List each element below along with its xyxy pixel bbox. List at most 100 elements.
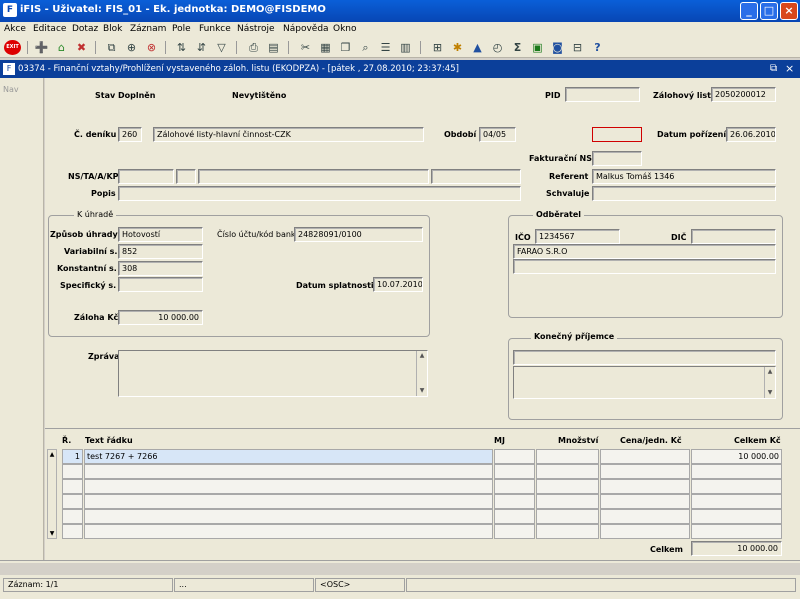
filter-icon[interactable]: ▽ bbox=[214, 40, 229, 55]
table-cell-empty[interactable] bbox=[600, 494, 690, 509]
a-field[interactable] bbox=[198, 169, 429, 184]
delete-record-icon[interactable]: ✖ bbox=[74, 40, 89, 55]
insert-record-icon[interactable]: ➕ bbox=[34, 40, 49, 55]
dic-field[interactable] bbox=[691, 229, 776, 244]
menu-pole[interactable]: Pole bbox=[172, 24, 191, 34]
close-form-icon[interactable]: × bbox=[785, 62, 794, 75]
star-icon[interactable]: ✱ bbox=[450, 40, 465, 55]
table-cell-empty[interactable] bbox=[691, 524, 782, 539]
scroll-up-icon[interactable]: ▲ bbox=[48, 450, 56, 459]
ta-field[interactable] bbox=[176, 169, 196, 184]
sort-desc-icon[interactable]: ⇵ bbox=[194, 40, 209, 55]
scroll-down-icon[interactable]: ▼ bbox=[417, 386, 427, 396]
table-cell-empty[interactable] bbox=[494, 479, 535, 494]
calendar-icon[interactable]: ◴ bbox=[490, 40, 505, 55]
save-icon[interactable]: ⌂ bbox=[54, 40, 69, 55]
navigator-label[interactable]: Nav bbox=[3, 85, 19, 94]
sum-icon[interactable]: Σ bbox=[510, 40, 525, 55]
table-cell-empty[interactable] bbox=[691, 464, 782, 479]
table-cell-empty[interactable] bbox=[84, 464, 493, 479]
menu-napoveda[interactable]: Nápověda bbox=[283, 24, 329, 34]
celkem-field[interactable]: 10 000.00 bbox=[691, 541, 782, 556]
scroll-down-icon[interactable]: ▼ bbox=[765, 388, 775, 398]
query-icon[interactable]: ⊕ bbox=[124, 40, 139, 55]
table-cell-empty[interactable] bbox=[84, 494, 493, 509]
c-deniku-field[interactable]: 260 bbox=[118, 127, 142, 142]
table-cell-r[interactable]: 1 bbox=[62, 449, 83, 464]
konstantni-field[interactable]: 308 bbox=[118, 261, 203, 276]
structure-icon[interactable]: ⊞ bbox=[430, 40, 445, 55]
odberatel-address-field[interactable] bbox=[513, 259, 776, 274]
table-cell-empty[interactable] bbox=[494, 494, 535, 509]
table-cell-empty[interactable] bbox=[84, 509, 493, 524]
cancel-query-icon[interactable]: ⊗ bbox=[144, 40, 159, 55]
table-cell-mnozstvi[interactable] bbox=[536, 449, 599, 464]
datum-porizeni-field[interactable]: 26.06.2010 bbox=[726, 127, 776, 142]
table-cell-empty[interactable] bbox=[536, 509, 599, 524]
copy-record-icon[interactable]: ⧉ bbox=[104, 40, 119, 55]
table-cell-empty[interactable] bbox=[84, 479, 493, 494]
table-cell-empty[interactable] bbox=[84, 524, 493, 539]
table-cell-empty[interactable] bbox=[62, 524, 83, 539]
scroll-up-icon[interactable]: ▲ bbox=[765, 367, 775, 377]
menu-blok[interactable]: Blok bbox=[103, 24, 122, 34]
maximize-button[interactable]: □ bbox=[760, 2, 778, 20]
table-cell-empty[interactable] bbox=[600, 464, 690, 479]
popis-field[interactable] bbox=[118, 186, 521, 201]
table-cell-empty[interactable] bbox=[536, 464, 599, 479]
referent-field[interactable]: Malkus Tomáš 1346 bbox=[592, 169, 776, 184]
export-icon[interactable]: ◙ bbox=[550, 40, 565, 55]
cut-icon[interactable]: ✂ bbox=[298, 40, 313, 55]
zprava-scrollbar[interactable]: ▲ ▼ bbox=[416, 351, 427, 396]
scroll-up-icon[interactable]: ▲ bbox=[417, 351, 427, 361]
table-cell-empty[interactable] bbox=[691, 479, 782, 494]
zpusob-uhrady-field[interactable]: Hotovostí bbox=[118, 227, 203, 242]
table-cell-empty[interactable] bbox=[600, 479, 690, 494]
pid-field[interactable] bbox=[565, 87, 640, 102]
table-cell-empty[interactable] bbox=[691, 494, 782, 509]
menu-okno[interactable]: Okno bbox=[333, 24, 357, 34]
menu-funkce[interactable]: Funkce bbox=[199, 24, 231, 34]
table-cell-empty[interactable] bbox=[494, 524, 535, 539]
ucet-field[interactable]: 24828091/0100 bbox=[294, 227, 423, 242]
zalohovy-list-field[interactable]: 2050200012 bbox=[711, 87, 776, 102]
calculator-icon[interactable]: ⊟ bbox=[570, 40, 585, 55]
kp-field[interactable] bbox=[431, 169, 521, 184]
menu-dotaz[interactable]: Dotaz bbox=[72, 24, 98, 34]
menu-akce[interactable]: Akce bbox=[4, 24, 26, 34]
table-cell-empty[interactable] bbox=[62, 479, 83, 494]
sort-asc-icon[interactable]: ⇅ bbox=[174, 40, 189, 55]
table-cell-empty[interactable] bbox=[494, 509, 535, 524]
table-cell-empty[interactable] bbox=[536, 524, 599, 539]
columns-icon[interactable]: ▥ bbox=[398, 40, 413, 55]
table-cell-empty[interactable] bbox=[62, 494, 83, 509]
menu-nastroje[interactable]: Nástroje bbox=[237, 24, 275, 34]
copy-icon[interactable]: ❐ bbox=[338, 40, 353, 55]
prijemce-scrollbar[interactable]: ▲ ▼ bbox=[764, 367, 775, 398]
print-icon[interactable]: ⎙ bbox=[246, 40, 261, 55]
datum-splatnosti-field[interactable]: 10.07.2010 bbox=[373, 277, 423, 292]
table-cell-empty[interactable] bbox=[536, 479, 599, 494]
required-field[interactable] bbox=[592, 127, 642, 142]
denik-name-field[interactable]: Zálohové listy-hlavní činnost-CZK bbox=[153, 127, 424, 142]
help-icon[interactable]: ? bbox=[590, 40, 605, 55]
table-cell-text[interactable]: test 7267 + 7266 bbox=[84, 449, 493, 464]
triangle-icon[interactable]: ▲ bbox=[470, 40, 485, 55]
table-cell-empty[interactable] bbox=[62, 509, 83, 524]
table-cell-empty[interactable] bbox=[536, 494, 599, 509]
specificky-field[interactable] bbox=[118, 277, 203, 292]
schvaluje-field[interactable] bbox=[592, 186, 776, 201]
list-icon[interactable]: ☰ bbox=[378, 40, 393, 55]
table-cell-celkem[interactable]: 10 000.00 bbox=[691, 449, 782, 464]
menu-editace[interactable]: Editace bbox=[33, 24, 66, 34]
exit-button[interactable]: EXIT bbox=[4, 40, 21, 55]
minimize-button[interactable]: _ bbox=[740, 2, 758, 20]
table-cell-empty[interactable] bbox=[600, 524, 690, 539]
variabilni-field[interactable]: 852 bbox=[118, 244, 203, 259]
close-button[interactable]: × bbox=[780, 2, 798, 20]
table-cell-mj[interactable] bbox=[494, 449, 535, 464]
table-cell-empty[interactable] bbox=[62, 464, 83, 479]
grid-scrollbar[interactable]: ▲ ▼ bbox=[47, 449, 57, 539]
fakturacni-ns-field[interactable] bbox=[592, 151, 642, 166]
ns-field[interactable] bbox=[118, 169, 174, 184]
